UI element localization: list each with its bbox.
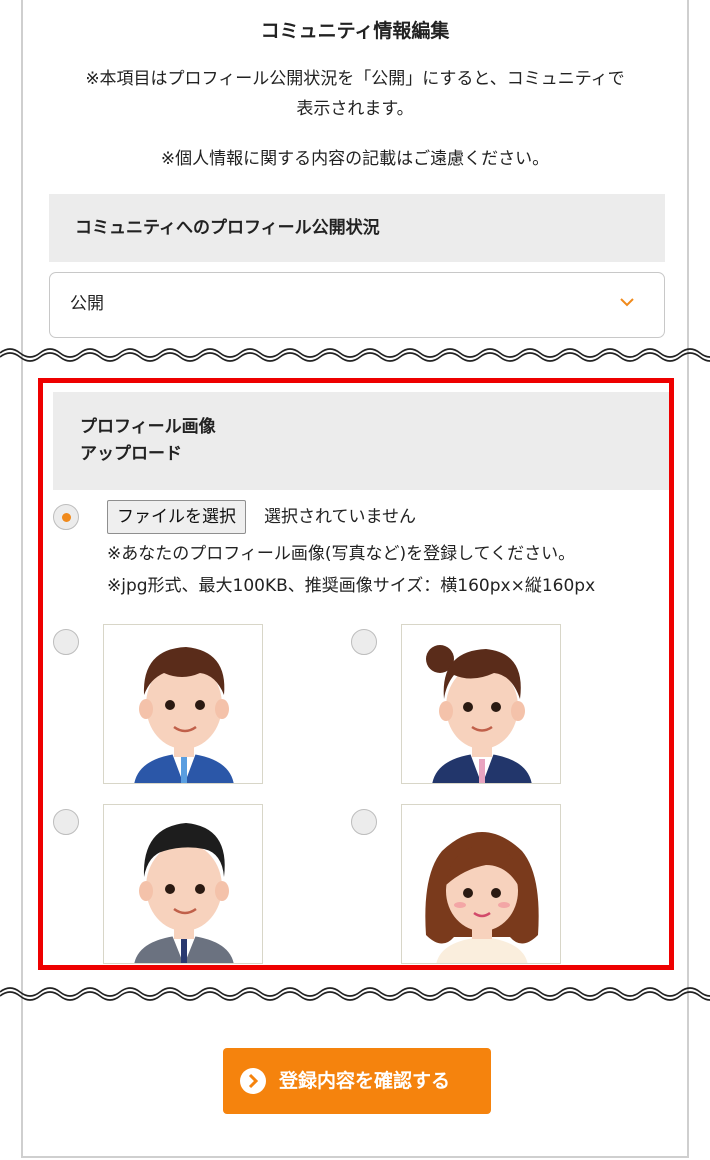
- avatar-man-blue-suit[interactable]: [103, 624, 263, 784]
- file-select-button[interactable]: ファイルを選択: [107, 500, 246, 534]
- visibility-section-header: コミュニティへのプロフィール公開状況: [49, 194, 665, 262]
- visibility-selected-value: 公開: [70, 294, 104, 314]
- notice-line-1: ※本項目はプロフィール公開状況を「公開」にすると、コミュニティで: [85, 69, 625, 89]
- notice-line-2: 表示されます。: [296, 99, 414, 119]
- man-avatar-icon: [134, 647, 234, 783]
- visibility-select[interactable]: 公開: [49, 272, 665, 338]
- page-title: コミュニティ情報編集: [260, 20, 450, 42]
- notice-text: ※本項目はプロフィール公開状況を「公開」にすると、コミュニティで 表示されます。: [0, 64, 710, 124]
- chevron-down-icon: [620, 298, 634, 307]
- avatar-radio-1[interactable]: [53, 629, 79, 655]
- avatar-man-gray-suit[interactable]: [103, 804, 263, 964]
- avatar-radio-4[interactable]: [351, 809, 377, 835]
- upload-radio[interactable]: [53, 504, 79, 530]
- chevron-right-circle-icon: [240, 1068, 266, 1094]
- section-break-wave: [0, 348, 710, 362]
- upload-hint-2: ※jpg形式、最大100KB、推奨画像サイズ：横160px×縦160px: [107, 576, 596, 596]
- avatar-woman-casual[interactable]: [401, 804, 561, 964]
- confirm-button-label: 登録内容を確認する: [279, 1070, 451, 1092]
- young-woman-avatar-icon: [425, 832, 539, 963]
- woman-avatar-icon: [426, 645, 532, 783]
- file-status: 選択されていません: [264, 507, 416, 527]
- avatar-radio-2[interactable]: [351, 629, 377, 655]
- section-break-wave-2: [0, 987, 710, 1001]
- upload-hint-1: ※あなたのプロフィール画像(写真など)を登録してください。: [107, 544, 576, 564]
- privacy-notice: ※個人情報に関する内容の記載はご遠慮ください。: [160, 149, 550, 169]
- profile-image-highlight: プロフィール画像 アップロード ファイルを選択 選択されていません ※あなたのプ…: [38, 378, 674, 970]
- profile-image-label-line1: プロフィール画像: [80, 417, 216, 437]
- profile-image-section-header: プロフィール画像 アップロード: [53, 392, 669, 490]
- profile-image-label-line2: アップロード: [80, 444, 182, 464]
- avatar-radio-3[interactable]: [53, 809, 79, 835]
- avatar-woman-navy-suit[interactable]: [401, 624, 561, 784]
- confirm-registration-button[interactable]: 登録内容を確認する: [223, 1048, 491, 1114]
- older-man-avatar-icon: [134, 823, 234, 963]
